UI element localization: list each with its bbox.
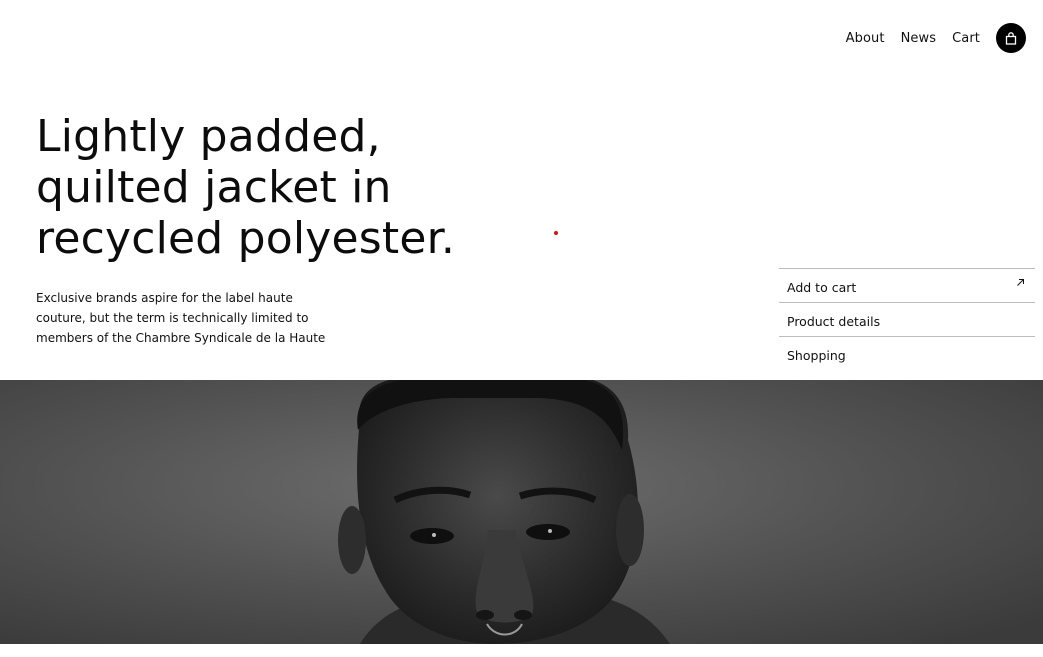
- product-description: Exclusive brands aspire for the label ha…: [36, 288, 336, 348]
- menu-item-label: Add to cart: [787, 279, 857, 295]
- menu-item-label: Product details: [787, 313, 881, 329]
- description-line: Exclusive brands aspire for the label ha…: [36, 291, 293, 305]
- nav-link-about[interactable]: About: [846, 31, 885, 46]
- menu-item-shopping[interactable]: Shopping: [779, 336, 1035, 370]
- accent-dot: [554, 231, 558, 235]
- arrow-up-right-icon: [1017, 279, 1024, 286]
- hero-photo: [0, 380, 1043, 644]
- description-line: couture, but the term is technically lim…: [36, 311, 309, 325]
- product-page: About News Cart Lightly padded, quilted …: [0, 0, 1043, 657]
- description-line: members of the Chambre Syndicale de la H…: [36, 331, 326, 345]
- portrait-illustration: [0, 380, 1043, 644]
- menu-item-add-to-cart[interactable]: Add to cart: [779, 268, 1035, 302]
- headline-line: quilted jacket in: [36, 162, 392, 213]
- menu-item-product-details[interactable]: Product details: [779, 302, 1035, 336]
- product-menu: Add to cart Product details Shopping: [779, 268, 1035, 370]
- nav-link-cart[interactable]: Cart: [952, 31, 980, 46]
- shopping-bag-icon: [1005, 31, 1017, 45]
- product-headline: Lightly padded, quilted jacket in recycl…: [36, 111, 496, 264]
- top-nav: About News Cart: [846, 23, 1026, 53]
- menu-item-label: Shopping: [787, 347, 846, 363]
- headline-line: Lightly padded,: [36, 111, 381, 162]
- headline-line: recycled polyester.: [36, 213, 456, 264]
- nav-link-news[interactable]: News: [901, 31, 937, 46]
- cart-button[interactable]: [996, 23, 1026, 53]
